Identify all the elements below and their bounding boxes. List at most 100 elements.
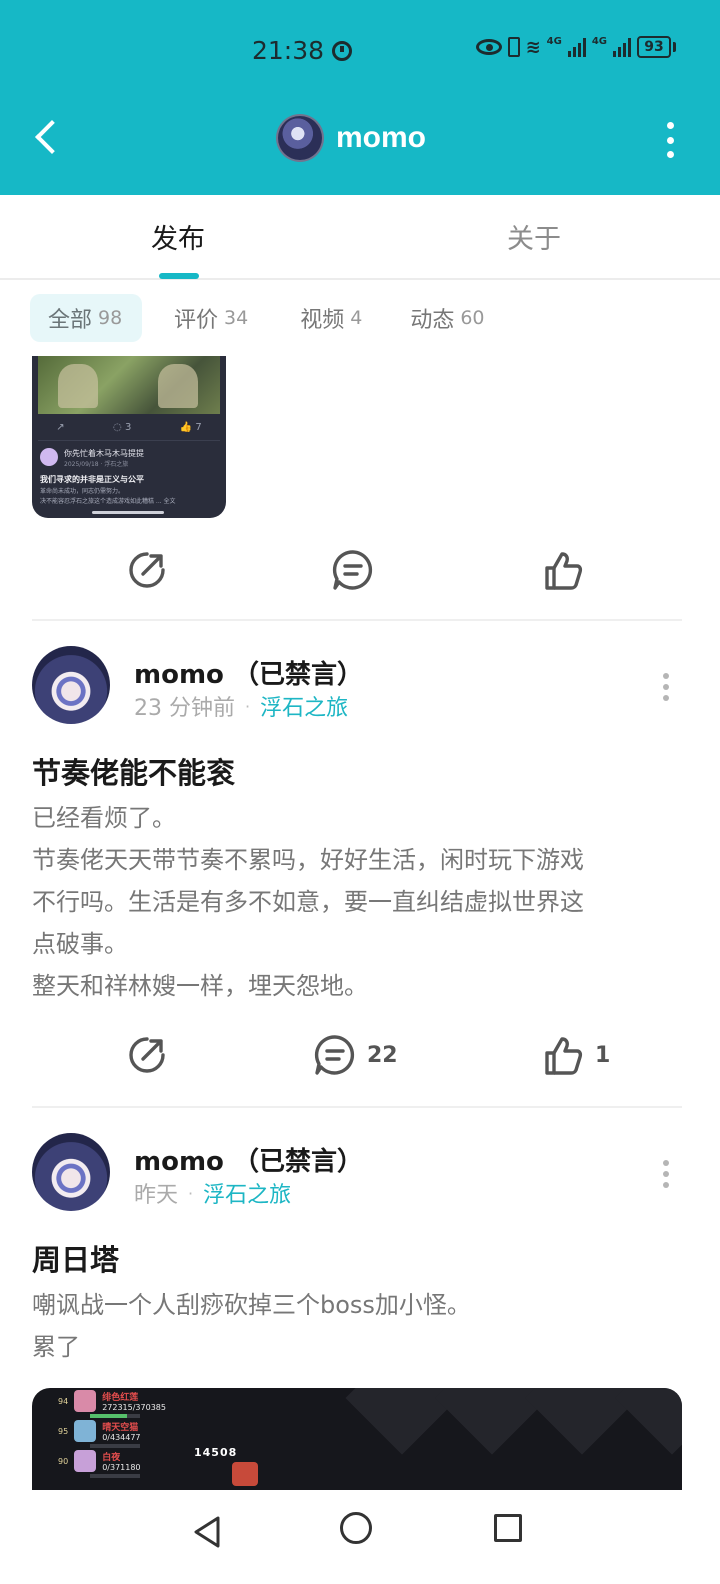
- party-member-row: 95 晴天空猫 0/434477: [58, 1420, 141, 1442]
- comment-icon: [332, 550, 373, 590]
- party-avatar: [74, 1420, 97, 1442]
- post-body[interactable]: 已经看烦了。 节奏佬天天带节奏不累吗，好好生活，闲时玩下游戏 不行吗。生活是有多…: [32, 797, 682, 1007]
- comment-button[interactable]: 22: [313, 1025, 398, 1085]
- hp-bar: [90, 1414, 140, 1418]
- thumbnail-like-count: 👍 7: [179, 422, 202, 433]
- thumbnail-comment-count: ◌ 3: [113, 422, 132, 433]
- party-member-row: 90 白夜 0/371180: [58, 1450, 141, 1472]
- thumbnail-text-2: 决不能容忍浮石之旅这个造成游戏如此糟糕 ... 全文: [40, 498, 176, 505]
- filter-count: 4: [350, 307, 363, 329]
- thumbs-up-icon: [545, 1037, 583, 1075]
- signal-icon-2: [613, 37, 631, 57]
- thumbnail-actions: ↗ ◌ 3 👍 7: [32, 422, 226, 433]
- post-more-button[interactable]: [660, 1160, 672, 1188]
- network-label-2: 4G: [591, 36, 607, 47]
- author-name[interactable]: momo （已禁言）: [134, 1141, 363, 1178]
- battery-tip: [673, 42, 676, 52]
- profile-title: momo: [276, 114, 426, 162]
- wifi-icon: ≋: [525, 36, 541, 58]
- post-body-line: 嘲讽战一个人刮痧砍掉三个boss加小怪。: [32, 1291, 471, 1319]
- battery-icon: 93: [637, 36, 671, 58]
- post-time: 昨天: [134, 1183, 179, 1208]
- header-avatar[interactable]: [276, 114, 324, 162]
- back-button[interactable]: [28, 116, 68, 160]
- nav-recents-icon[interactable]: [494, 1514, 522, 1542]
- post-meta: 23 分钟前 · 浮石之旅: [134, 690, 348, 722]
- thumbnail-divider: [38, 440, 220, 441]
- share-button[interactable]: [125, 540, 169, 600]
- party-avatar: [74, 1390, 97, 1412]
- filter-label: 动态: [410, 308, 455, 333]
- tab-posts[interactable]: 发布: [151, 217, 205, 256]
- like-button[interactable]: [541, 540, 585, 600]
- comment-icon: [314, 1035, 355, 1075]
- party-level: 90: [58, 1456, 69, 1466]
- post-body[interactable]: 嘲讽战一个人刮痧砍掉三个boss加小怪。 累了: [32, 1284, 682, 1368]
- eye-icon: [475, 39, 502, 55]
- thumbnail-text: 革命尚未成功，同志仍需努力。: [40, 488, 125, 495]
- post-image-thumbnail[interactable]: ↗ ◌ 3 👍 7 你先忙着木马木马提提 2025/09/18 · 浮石之旅 我…: [32, 356, 226, 518]
- filter-label: 评价: [174, 308, 219, 333]
- post-time: 23 分钟前: [134, 696, 235, 721]
- meta-separator: ·: [245, 696, 251, 716]
- signal-icon-1: [567, 37, 586, 57]
- thumbnail-artwork: [38, 356, 220, 414]
- post-meta: 昨天 · 浮石之旅: [134, 1177, 291, 1209]
- comment-count: 22: [367, 1042, 398, 1068]
- thumbnail-date: 2025/09/18 · 浮石之旅: [64, 461, 129, 468]
- filter-label: 全部: [48, 308, 93, 333]
- thumbs-up-icon: [545, 552, 583, 590]
- vibrate-icon: [507, 37, 520, 57]
- party-name: 晴天空猫: [102, 1423, 139, 1433]
- filter-reviews[interactable]: 评价 34: [156, 294, 266, 342]
- post-title[interactable]: 周日塔: [32, 1237, 119, 1279]
- party-name: 绯色红莲: [102, 1393, 139, 1403]
- post-title[interactable]: 节奏佬能不能衮: [32, 750, 235, 792]
- filter-all[interactable]: 全部 98: [30, 294, 142, 342]
- share-button[interactable]: [125, 1025, 169, 1085]
- like-count: 1: [595, 1042, 611, 1068]
- post-divider: [32, 619, 682, 621]
- filter-videos[interactable]: 视频 4: [282, 294, 380, 342]
- share-icon: [129, 552, 165, 588]
- header-username: momo: [336, 121, 426, 154]
- nav-back-icon[interactable]: [190, 1514, 224, 1550]
- thumbnail-share-icon: ↗: [56, 422, 65, 433]
- filter-count: 98: [98, 307, 123, 329]
- post-actions: 22 1: [0, 1025, 720, 1085]
- meta-separator: ·: [188, 1183, 194, 1203]
- tab-about[interactable]: 关于: [507, 217, 561, 256]
- hp-bar: [90, 1474, 140, 1478]
- more-options-button[interactable]: [660, 122, 680, 158]
- post-body-line: 已经看烦了。: [32, 804, 176, 832]
- post-body-line: 节奏佬天天带节奏不累吗，好好生活，闲时玩下游戏: [32, 846, 584, 874]
- party-hp: 272315/370385: [102, 1403, 166, 1412]
- party-level: 94: [58, 1396, 69, 1406]
- share-icon: [129, 1037, 165, 1073]
- author-avatar[interactable]: [32, 646, 110, 724]
- party-avatar: [74, 1450, 97, 1472]
- comment-button[interactable]: [331, 540, 375, 600]
- filter-count: 60: [460, 307, 485, 329]
- filter-count: 34: [224, 307, 249, 329]
- filter-moments[interactable]: 动态 60: [392, 294, 502, 342]
- hp-bar: [90, 1444, 140, 1448]
- forum-link[interactable]: 浮石之旅: [260, 690, 348, 722]
- author-avatar[interactable]: [32, 1133, 110, 1211]
- post-body-line: 整天和祥林嫂一样，埋天怨地。: [32, 972, 368, 1000]
- post-more-button[interactable]: [660, 673, 672, 701]
- post-body-line: 不行吗。生活是有多不如意，要一直纠结虚拟世界这: [32, 888, 584, 916]
- thumbnail-user: 你先忙着木马木马提提: [64, 449, 144, 458]
- party-member-row: 94 绯色红莲 272315/370385: [58, 1390, 166, 1412]
- post-image[interactable]: 94 绯色红莲 272315/370385 95 晴天空猫 0/434477 9…: [32, 1388, 682, 1492]
- status-bar-icons: ≋ 4G 4G 93: [475, 36, 676, 58]
- nav-home-icon[interactable]: [340, 1512, 372, 1544]
- author-name[interactable]: momo （已禁言）: [134, 654, 363, 691]
- status-bar-time: 21:38: [252, 36, 353, 65]
- main-tabs: 发布 关于: [0, 195, 720, 280]
- enemy-sprite: [232, 1462, 258, 1486]
- like-button[interactable]: 1: [541, 1025, 610, 1085]
- alarm-icon: [332, 40, 353, 61]
- forum-link[interactable]: 浮石之旅: [203, 1177, 291, 1209]
- party-name: 白夜: [102, 1453, 121, 1463]
